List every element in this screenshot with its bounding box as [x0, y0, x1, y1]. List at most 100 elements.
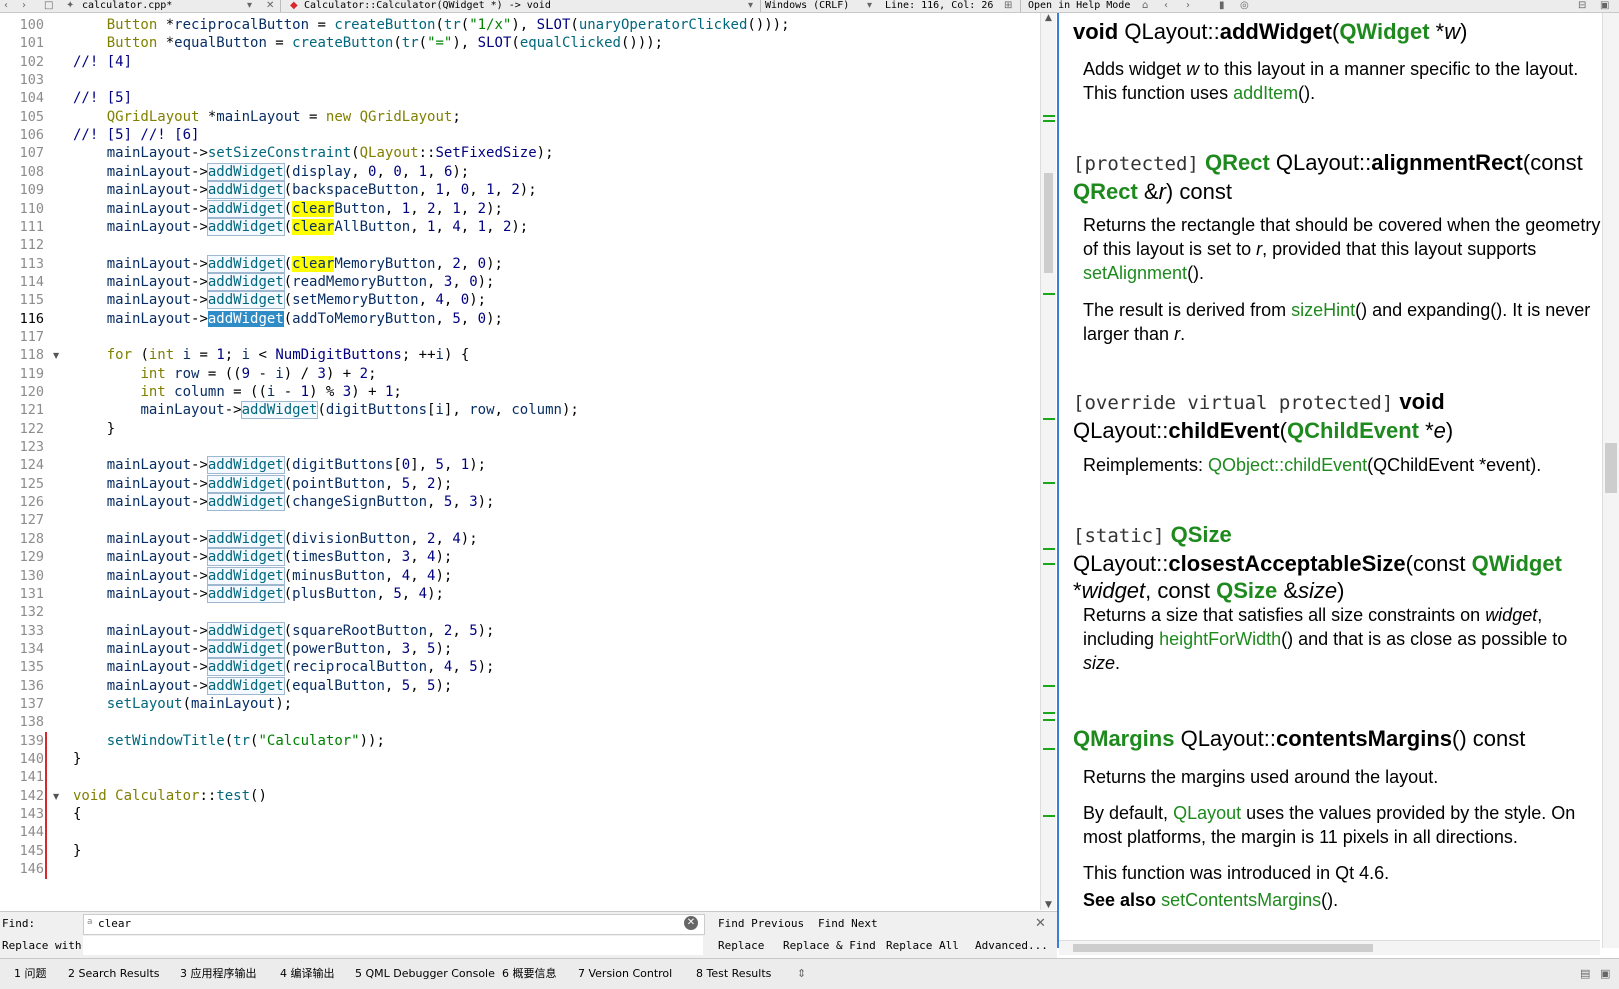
line-number[interactable]: 118	[0, 346, 44, 365]
line-number[interactable]: 141	[0, 768, 44, 787]
code-line[interactable]: 122 }	[0, 420, 1040, 439]
code-text[interactable]: mainLayout->addWidget(divisionButton, 2,…	[73, 529, 478, 549]
code-line[interactable]: 137 setLayout(mainLayout);	[0, 695, 1040, 714]
output-tab[interactable]: 5 QML Debugger Console	[355, 964, 495, 984]
code-text[interactable]: }	[73, 420, 115, 439]
code-line[interactable]: 110 mainLayout->addWidget(clearButton, 1…	[0, 199, 1040, 219]
code-text[interactable]: mainLayout->addWidget(minusButton, 4, 4)…	[73, 566, 452, 586]
scrollbar-thumb[interactable]	[1044, 173, 1053, 273]
line-number[interactable]: 133	[0, 622, 44, 641]
code-text[interactable]: mainLayout->addWidget(digitButtons[i], r…	[73, 401, 579, 420]
replace-button[interactable]: Replace	[718, 939, 764, 952]
help-horizontal-scrollbar[interactable]	[1059, 940, 1600, 955]
case-sensitive-icon[interactable]: a	[87, 917, 92, 927]
line-number[interactable]: 129	[0, 548, 44, 567]
code-text[interactable]: mainLayout->addWidget(changeSignButton, …	[73, 493, 494, 512]
code-line[interactable]: 121 mainLayout->addWidget(digitButtons[i…	[0, 401, 1040, 420]
line-number[interactable]: 102	[0, 53, 44, 72]
bookmark-icon[interactable]: ▮	[1219, 0, 1225, 12]
close-help-icon[interactable]: ▣	[1600, 0, 1609, 12]
code-text[interactable]: mainLayout->addWidget(clearButton, 1, 2,…	[73, 199, 503, 219]
output-tab[interactable]: 8 Test Results	[696, 964, 771, 984]
code-line[interactable]: 146	[0, 860, 1040, 880]
line-number[interactable]: 104	[0, 89, 44, 108]
code-line[interactable]: 118 ▼ for (int i = 1; i < NumDigitButtons…	[0, 346, 1040, 365]
forward-arrow-icon[interactable]: ›	[22, 0, 26, 12]
code-line[interactable]: 139 setWindowTitle(tr("Calculator"));	[0, 731, 1040, 751]
home-icon[interactable]: ⌂	[1142, 0, 1148, 12]
code-text[interactable]: mainLayout->addWidget(reciprocalButton, …	[73, 658, 494, 677]
line-number[interactable]: 122	[0, 420, 44, 439]
code-line[interactable]: 102 //! [4]	[0, 53, 1040, 72]
code-text[interactable]: mainLayout->addWidget(powerButton, 3, 5)…	[73, 639, 452, 659]
code-text[interactable]: }	[73, 750, 81, 769]
code-line[interactable]: 108 mainLayout->addWidget(display, 0, 0,…	[0, 162, 1040, 182]
symbol-selector[interactable]: Calculator::Calculator(QWidget *) -> voi…	[304, 0, 551, 12]
line-number[interactable]: 143	[0, 805, 44, 824]
line-number[interactable]: 106	[0, 126, 44, 145]
output-tab[interactable]: 2 Search Results	[68, 964, 160, 984]
code-text[interactable]: mainLayout->addWidget(clearAllButton, 1,…	[73, 217, 528, 237]
line-number[interactable]: 107	[0, 144, 44, 163]
output-tab[interactable]: 3 应用程序输出	[180, 964, 257, 984]
code-text[interactable]: Button *equalButton = createButton(tr("=…	[73, 34, 663, 53]
line-ending-selector[interactable]: Windows (CRLF)	[765, 0, 849, 12]
scroll-down-icon[interactable]: ▼	[1041, 900, 1056, 910]
code-line[interactable]: 140}	[0, 750, 1040, 769]
code-line[interactable]: 115 mainLayout->addWidget(setMemoryButto…	[0, 291, 1040, 310]
line-number[interactable]: 105	[0, 108, 44, 127]
fold-marker-icon[interactable]: ▼	[53, 346, 59, 365]
line-number[interactable]: 110	[0, 200, 44, 219]
line-number[interactable]: 112	[0, 236, 44, 255]
split-help-icon[interactable]: ⊟	[1578, 0, 1586, 12]
code-line[interactable]: 105 QGridLayout *mainLayout = new QGridL…	[0, 108, 1040, 127]
code-line[interactable]: 131 mainLayout->addWidget(plusButton, 5,…	[0, 584, 1040, 604]
code-line[interactable]: 123	[0, 438, 1040, 457]
code-line[interactable]: 125 mainLayout->addWidget(pointButton, 5…	[0, 474, 1040, 494]
code-line[interactable]: 135 mainLayout->addWidget(reciprocalButt…	[0, 658, 1040, 677]
output-tab[interactable]: 6 概要信息	[502, 964, 557, 984]
code-text[interactable]: //! [4]	[73, 53, 132, 72]
code-text[interactable]: setWindowTitle(tr("Calculator"));	[73, 732, 385, 751]
code-text[interactable]: mainLayout->addWidget(readMemoryButton, …	[73, 272, 494, 292]
line-number[interactable]: 145	[0, 842, 44, 861]
code-text[interactable]: mainLayout->addWidget(display, 0, 0, 1, …	[73, 162, 469, 182]
line-number[interactable]: 108	[0, 163, 44, 182]
code-line[interactable]: 126 mainLayout->addWidget(changeSignButt…	[0, 493, 1040, 512]
code-line[interactable]: 127	[0, 511, 1040, 530]
code-line[interactable]: 117	[0, 328, 1040, 347]
line-number[interactable]: 137	[0, 695, 44, 714]
code-line[interactable]: 129 mainLayout->addWidget(timesButton, 3…	[0, 548, 1040, 567]
file-selector[interactable]: calculator.cpp*	[82, 0, 172, 12]
line-number[interactable]: 127	[0, 511, 44, 530]
help-mode-button[interactable]: Open in Help Mode	[1028, 0, 1130, 12]
code-text[interactable]: mainLayout->addWidget(setMemoryButton, 4…	[73, 291, 486, 310]
line-number[interactable]: 100	[0, 16, 44, 35]
replace-find-button[interactable]: Replace & Find	[783, 939, 876, 952]
code-line[interactable]: 100 Button *reciprocalButton = createBut…	[0, 16, 1040, 35]
code-text[interactable]: //! [5]	[73, 89, 132, 108]
code-line[interactable]: 113 mainLayout->addWidget(clearMemoryBut…	[0, 254, 1040, 274]
code-line[interactable]: 142 ▼ void Calculator::test()	[0, 786, 1040, 806]
code-text[interactable]: mainLayout->addWidget(pointButton, 5, 2)…	[73, 474, 452, 494]
fold-marker-icon[interactable]: ▼	[53, 787, 59, 806]
code-line[interactable]: 136 mainLayout->addWidget(equalButton, 5…	[0, 676, 1040, 696]
split-icon[interactable]: ⊞	[1004, 0, 1012, 12]
line-number[interactable]: 135	[0, 658, 44, 677]
help-forward-icon[interactable]: ›	[1186, 0, 1190, 12]
code-line[interactable]: 116 mainLayout->addWidget(addToMemoryBut…	[0, 310, 1040, 329]
code-line[interactable]: 124 mainLayout->addWidget(digitButtons[0…	[0, 456, 1040, 475]
code-text[interactable]: mainLayout->addWidget(plusButton, 5, 4);	[73, 584, 444, 604]
code-line[interactable]: 133 mainLayout->addWidget(squareRootButt…	[0, 621, 1040, 641]
code-line[interactable]: 128 mainLayout->addWidget(divisionButton…	[0, 529, 1040, 549]
help-back-icon[interactable]: ‹	[1164, 0, 1168, 12]
find-previous-button[interactable]: Find Previous	[718, 917, 804, 930]
code-line[interactable]: 132	[0, 603, 1040, 622]
line-number[interactable]: 134	[0, 640, 44, 659]
line-number[interactable]: 119	[0, 365, 44, 384]
line-number[interactable]: 117	[0, 328, 44, 347]
line-number[interactable]: 120	[0, 383, 44, 402]
code-line[interactable]: 112	[0, 236, 1040, 255]
more-tabs-icon[interactable]: ⇕	[797, 964, 806, 984]
code-line[interactable]: 104 //! [5]	[0, 89, 1040, 108]
